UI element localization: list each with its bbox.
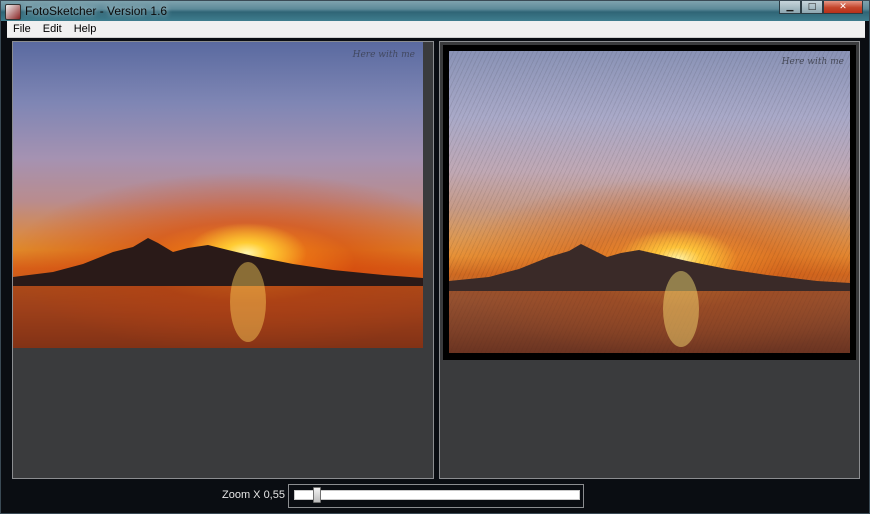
original-photo: Here with me [13, 42, 423, 348]
window-controls: ▁ □ ✕ [779, 1, 863, 15]
title-bar[interactable]: FotoSketcher - Version 1.6 ▁ □ ✕ [1, 1, 869, 21]
maximize-icon: □ [807, 1, 817, 12]
minimize-button[interactable]: ▁ [779, 1, 801, 14]
zoom-slider[interactable] [288, 484, 584, 508]
window-title: FotoSketcher - Version 1.6 [25, 4, 168, 18]
sketch-island-silhouette [449, 244, 850, 353]
island-silhouette [13, 238, 423, 348]
menu-help[interactable]: Help [68, 23, 103, 35]
original-watermark: Here with me [352, 50, 415, 60]
close-button[interactable]: ✕ [823, 1, 863, 14]
zoom-slider-thumb[interactable] [313, 487, 322, 503]
app-window: FotoSketcher - Version 1.6 ▁ □ ✕ File Ed… [0, 0, 870, 514]
close-icon: ✕ [839, 1, 847, 12]
client-area: Here with me Here with me Zoom X 0,55 [7, 38, 865, 509]
original-image-panel[interactable]: Here with me [12, 41, 434, 479]
sketch-frame: Here with me [443, 45, 856, 360]
sketch-image: Here with me [449, 51, 850, 353]
menu-edit[interactable]: Edit [37, 23, 68, 35]
sketch-watermark: Here with me [781, 57, 844, 67]
sketch-image-panel[interactable]: Here with me [439, 41, 860, 479]
maximize-button[interactable]: □ [801, 1, 823, 14]
zoom-track[interactable] [294, 490, 580, 500]
fotosketcher-app-icon[interactable] [5, 4, 21, 20]
menu-file[interactable]: File [7, 23, 37, 35]
zoom-label: Zoom X 0,55 [222, 489, 285, 501]
menu-bar: File Edit Help [7, 21, 865, 38]
minimize-icon: ▁ [786, 1, 794, 12]
